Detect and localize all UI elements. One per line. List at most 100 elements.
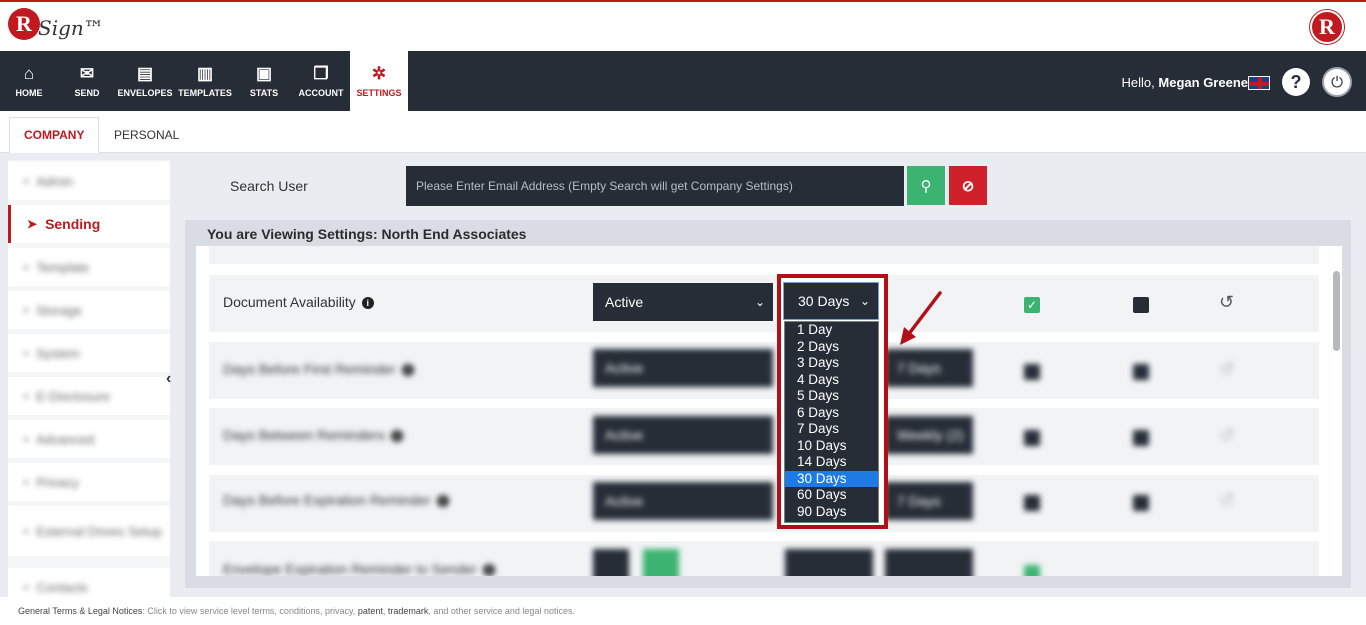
sidebar-item-sending[interactable]: ➤ Sending xyxy=(8,205,170,243)
top-bar: R Sign™ R xyxy=(0,0,1366,51)
override-checkbox[interactable] xyxy=(1024,430,1040,446)
copy-icon: ❐ xyxy=(313,64,329,83)
override-checkbox[interactable] xyxy=(1024,565,1040,576)
clear-search-button[interactable]: ⊘ xyxy=(949,166,987,205)
status-select[interactable]: Active ⌄ xyxy=(593,283,773,321)
table-row: Days Before Expiration Reminder i Active … xyxy=(209,475,1319,532)
dropdown-option[interactable]: 1 Day xyxy=(785,322,878,339)
settings-tabs: COMPANY PERSONAL xyxy=(0,111,1366,154)
table-row: Envelope Expiration Reminder to Sender i xyxy=(209,541,1319,576)
search-icon: ⚲ xyxy=(920,177,932,195)
setting-label: Document Availability i xyxy=(223,294,374,310)
help-button[interactable]: ? xyxy=(1282,68,1310,96)
info-icon[interactable]: i xyxy=(401,364,414,376)
override-checkbox[interactable]: ✓ xyxy=(1024,297,1040,313)
sidebar-item-edisclosure[interactable]: ▪ E-Disclosure xyxy=(8,377,170,415)
annotation-arrow-icon xyxy=(900,291,942,345)
nav-label: SETTINGS xyxy=(356,88,402,98)
table-row xyxy=(209,246,1319,264)
footer-patent-link[interactable]: patent xyxy=(358,606,383,616)
rsign-logo[interactable]: R Sign™ xyxy=(8,8,104,40)
dropdown-option-selected[interactable]: 30 Days xyxy=(785,470,878,487)
dropdown-option[interactable]: 6 Days xyxy=(785,405,878,422)
sidebar-item-system[interactable]: ▪ System xyxy=(8,334,170,372)
sidebar-item-advanced[interactable]: ▪ Advanced xyxy=(8,420,170,458)
toggle-on-button[interactable] xyxy=(643,549,679,576)
value-select[interactable] xyxy=(885,549,973,576)
ban-icon: ⊘ xyxy=(961,177,975,195)
lock-checkbox[interactable] xyxy=(1133,364,1149,380)
status-select[interactable]: Active xyxy=(593,416,773,454)
collapse-sidebar-icon[interactable]: ‹ xyxy=(166,370,171,388)
footer-trademark-link[interactable]: trademark xyxy=(388,606,429,616)
nav-templates[interactable]: ▥ TEMPLATES xyxy=(176,51,234,111)
dropdown-option[interactable]: 7 Days xyxy=(785,421,878,438)
nav-account[interactable]: ❐ ACCOUNT xyxy=(296,51,346,111)
history-icon[interactable]: ↺ xyxy=(1219,292,1234,313)
nav-send[interactable]: ✉ SEND xyxy=(68,51,106,111)
sidebar-item-contacts[interactable]: ▪ Contacts xyxy=(8,568,170,598)
history-icon[interactable]: ↺ xyxy=(1219,425,1234,446)
info-icon[interactable]: i xyxy=(390,430,403,442)
history-icon[interactable]: ↺ xyxy=(1219,490,1234,511)
dropdown-option[interactable]: 60 Days xyxy=(785,487,878,504)
search-button[interactable]: ⚲ xyxy=(907,166,945,205)
nav-envelopes[interactable]: ▤ ENVELOPES xyxy=(116,51,174,111)
user-name[interactable]: Megan Greene xyxy=(1158,75,1248,90)
power-icon: ⏻ xyxy=(1331,73,1343,91)
nav-label: TEMPLATES xyxy=(178,88,232,98)
footer-terms-link[interactable]: General Terms & Legal Notices xyxy=(18,606,142,616)
sidebar-item-storage[interactable]: ▪ Storage xyxy=(8,291,170,329)
document-icon: ▥ xyxy=(196,64,214,83)
chevron-down-icon: ⌄ xyxy=(859,294,870,308)
nav-settings[interactable]: ✲ SETTINGS xyxy=(350,51,408,111)
search-email-input[interactable] xyxy=(406,166,904,206)
dropdown-option[interactable]: 90 Days xyxy=(785,504,878,521)
nav-label: SEND xyxy=(74,88,100,98)
override-checkbox[interactable] xyxy=(1024,364,1040,380)
sidebar-item-label: Sending xyxy=(45,216,101,232)
sidebar-item-template[interactable]: ▪ Template xyxy=(8,248,170,286)
dropdown-option[interactable]: 14 Days xyxy=(785,454,878,471)
panel-scrollbar[interactable] xyxy=(1333,271,1340,351)
logout-button[interactable]: ⏻ xyxy=(1322,67,1352,97)
logo-badge: R xyxy=(8,8,40,40)
logo-text: Sign™ xyxy=(38,16,104,40)
value-select[interactable] xyxy=(785,549,873,576)
nav-label: HOME xyxy=(15,88,43,98)
lock-checkbox[interactable] xyxy=(1133,430,1149,446)
home-icon: ⌂ xyxy=(23,64,35,83)
lock-checkbox[interactable] xyxy=(1133,495,1149,511)
tab-company[interactable]: COMPANY xyxy=(9,117,100,154)
document-availability-select[interactable]: 30 Days ⌄ xyxy=(783,282,879,320)
dropdown-option[interactable]: 3 Days xyxy=(785,355,878,372)
info-icon[interactable]: i xyxy=(436,495,449,507)
dropdown-option[interactable]: 4 Days xyxy=(785,372,878,389)
value-select[interactable]: Weekly (2) xyxy=(885,416,973,454)
sidebar-item-privacy[interactable]: ▪ Privacy xyxy=(8,463,170,501)
uk-flag-icon[interactable] xyxy=(1248,76,1270,90)
briefcase-icon: ▣ xyxy=(255,64,273,83)
dropdown-option[interactable]: 2 Days xyxy=(785,339,878,356)
override-checkbox[interactable] xyxy=(1024,495,1040,511)
lock-checkbox[interactable] xyxy=(1133,297,1149,313)
envelope-icon: ✉ xyxy=(79,64,95,83)
info-icon[interactable]: i xyxy=(361,297,374,309)
nav-stats[interactable]: ▣ STATS xyxy=(244,51,284,111)
history-icon[interactable]: ↺ xyxy=(1219,359,1234,380)
status-select[interactable]: Active xyxy=(593,349,773,387)
setting-label: Envelope Expiration Reminder to Sender i xyxy=(223,561,495,576)
tab-personal[interactable]: PERSONAL xyxy=(100,117,193,153)
document-availability-options[interactable]: 1 Day 2 Days 3 Days 4 Days 5 Days 6 Days… xyxy=(784,321,879,523)
dropdown-option[interactable]: 10 Days xyxy=(785,438,878,455)
nav-home[interactable]: ⌂ HOME xyxy=(10,51,48,111)
sidebar-item-admin[interactable]: ▪ Admin xyxy=(8,162,170,200)
dropdown-option[interactable]: 5 Days xyxy=(785,388,878,405)
paper-plane-icon: ➤ xyxy=(27,217,38,231)
info-icon[interactable]: i xyxy=(482,564,495,576)
greeting-prefix: Hello, xyxy=(1121,75,1155,90)
sidebar-item-external-drives[interactable]: ▪ External Drives Setup xyxy=(8,506,170,556)
toggle-off-button[interactable] xyxy=(593,549,629,576)
value-select[interactable]: 7 Days xyxy=(885,482,973,520)
status-select[interactable]: Active xyxy=(593,482,773,520)
